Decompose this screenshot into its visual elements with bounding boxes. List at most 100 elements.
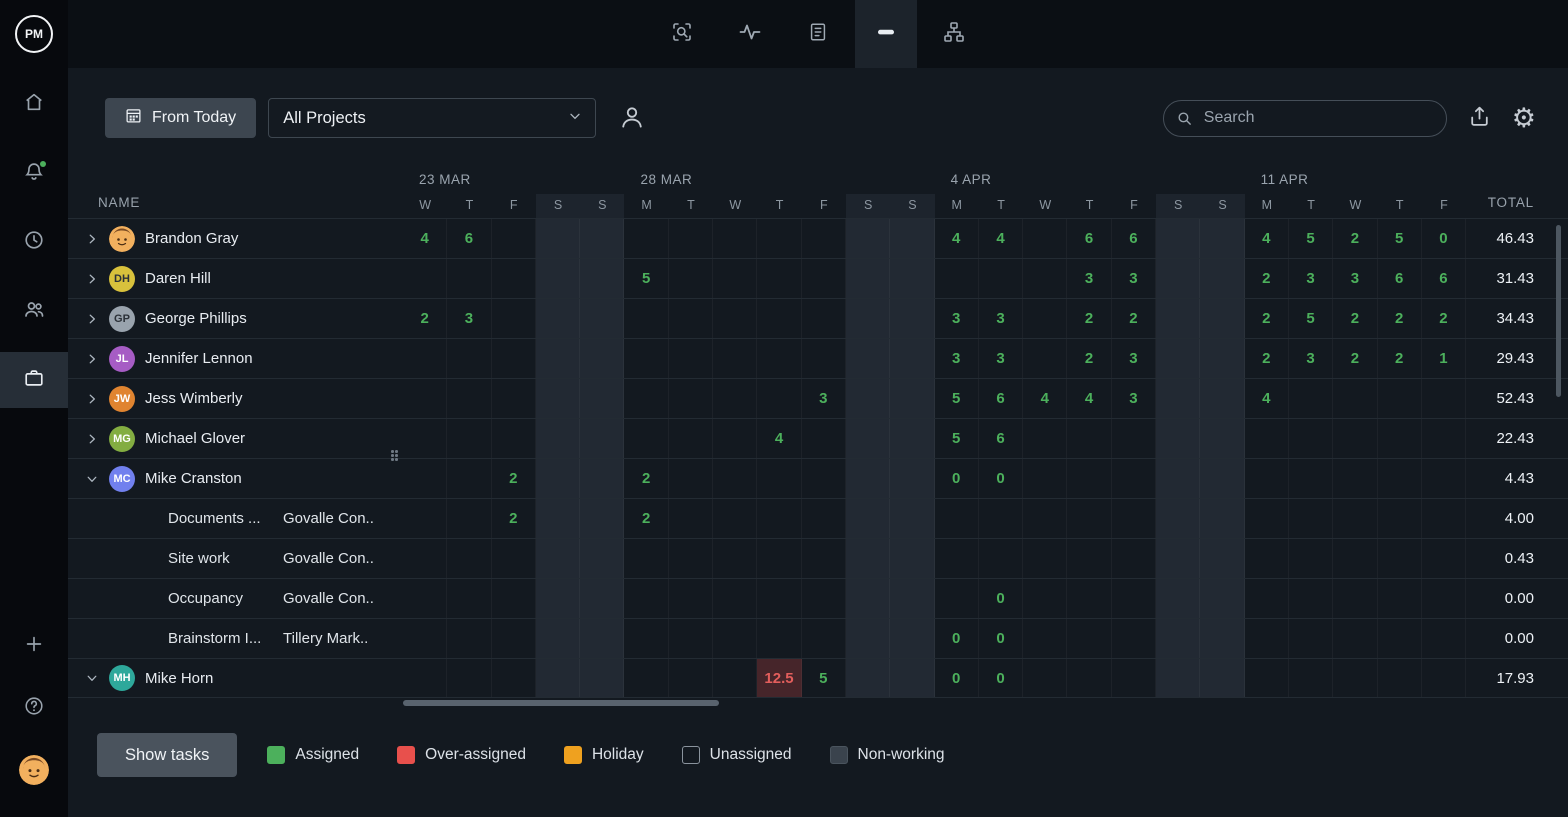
day-cell[interactable] xyxy=(624,339,668,378)
day-cell[interactable]: 3 xyxy=(1067,259,1111,298)
day-cell[interactable]: 3 xyxy=(1289,339,1333,378)
day-cell[interactable] xyxy=(1289,419,1333,458)
day-cell[interactable]: 3 xyxy=(935,339,979,378)
day-cell[interactable] xyxy=(580,459,624,498)
day-cell[interactable] xyxy=(757,539,801,578)
day-cell[interactable] xyxy=(1289,619,1333,658)
day-cell[interactable] xyxy=(757,499,801,538)
day-cell[interactable] xyxy=(1156,619,1200,658)
sidebar-item-profile[interactable] xyxy=(0,745,68,795)
day-cell[interactable] xyxy=(669,219,713,258)
day-cell[interactable] xyxy=(1067,499,1111,538)
day-cell[interactable] xyxy=(580,659,624,697)
day-cell[interactable]: 6 xyxy=(1422,259,1466,298)
day-cell[interactable] xyxy=(1200,659,1244,697)
day-cell[interactable] xyxy=(403,499,447,538)
day-cell[interactable] xyxy=(1422,419,1466,458)
search-input[interactable] xyxy=(1163,100,1447,137)
day-cell[interactable] xyxy=(890,219,934,258)
day-cell[interactable] xyxy=(447,659,491,697)
day-cell[interactable] xyxy=(580,339,624,378)
day-cell[interactable] xyxy=(403,579,447,618)
day-cell[interactable]: 2 xyxy=(1245,299,1289,338)
day-cell[interactable]: 5 xyxy=(1378,219,1422,258)
tab-zoom-find[interactable] xyxy=(651,0,713,68)
day-cell[interactable]: 2 xyxy=(1333,299,1377,338)
day-cell[interactable] xyxy=(1156,459,1200,498)
day-cell[interactable]: 5 xyxy=(802,659,846,697)
day-cell[interactable] xyxy=(1200,499,1244,538)
day-cell[interactable] xyxy=(403,379,447,418)
day-cell[interactable] xyxy=(1245,419,1289,458)
day-cell[interactable] xyxy=(1200,579,1244,618)
day-cell[interactable] xyxy=(802,419,846,458)
day-cell[interactable] xyxy=(890,579,934,618)
day-cell[interactable] xyxy=(1200,619,1244,658)
day-cell[interactable]: 5 xyxy=(1289,299,1333,338)
day-cell[interactable] xyxy=(624,659,668,697)
day-cell[interactable] xyxy=(1378,619,1422,658)
day-cell[interactable] xyxy=(890,259,934,298)
chevron-right-icon[interactable] xyxy=(84,432,100,446)
day-cell[interactable] xyxy=(757,339,801,378)
day-cell[interactable] xyxy=(1156,419,1200,458)
day-cell[interactable]: 6 xyxy=(979,379,1023,418)
day-cell[interactable]: 2 xyxy=(1422,299,1466,338)
tab-notes[interactable] xyxy=(787,0,849,68)
day-cell[interactable] xyxy=(536,579,580,618)
sidebar-item-team[interactable] xyxy=(0,283,68,339)
day-cell[interactable] xyxy=(890,539,934,578)
day-cell[interactable] xyxy=(802,499,846,538)
day-cell[interactable] xyxy=(757,219,801,258)
day-cell[interactable] xyxy=(1245,579,1289,618)
column-resize-handle[interactable] xyxy=(391,450,399,462)
day-cell[interactable] xyxy=(1245,659,1289,697)
day-cell[interactable] xyxy=(1333,659,1377,697)
day-cell[interactable] xyxy=(979,259,1023,298)
day-cell[interactable] xyxy=(979,499,1023,538)
day-cell[interactable] xyxy=(1289,459,1333,498)
day-cell[interactable] xyxy=(1333,379,1377,418)
day-cell[interactable] xyxy=(1245,459,1289,498)
day-cell[interactable]: 2 xyxy=(403,299,447,338)
day-cell[interactable] xyxy=(669,259,713,298)
day-cell[interactable] xyxy=(1200,259,1244,298)
day-cell[interactable] xyxy=(1200,379,1244,418)
day-cell[interactable] xyxy=(713,579,757,618)
day-cell[interactable] xyxy=(846,219,890,258)
day-cell[interactable] xyxy=(979,539,1023,578)
day-cell[interactable] xyxy=(890,379,934,418)
day-cell[interactable] xyxy=(492,379,536,418)
assignee-filter-button[interactable] xyxy=(618,103,646,134)
day-cell[interactable] xyxy=(757,259,801,298)
day-cell[interactable] xyxy=(669,379,713,418)
day-cell[interactable] xyxy=(1156,499,1200,538)
day-cell[interactable] xyxy=(1245,619,1289,658)
day-cell[interactable] xyxy=(624,539,668,578)
person-name-cell[interactable]: GPGeorge Phillips xyxy=(68,299,403,338)
day-cell[interactable] xyxy=(1245,539,1289,578)
day-cell[interactable] xyxy=(1200,219,1244,258)
day-cell[interactable] xyxy=(935,259,979,298)
day-cell[interactable] xyxy=(669,499,713,538)
day-cell[interactable] xyxy=(1289,539,1333,578)
day-cell[interactable] xyxy=(1333,619,1377,658)
day-cell[interactable] xyxy=(447,539,491,578)
day-cell[interactable] xyxy=(1112,459,1156,498)
day-cell[interactable]: 3 xyxy=(802,379,846,418)
day-cell[interactable] xyxy=(1156,539,1200,578)
day-cell[interactable] xyxy=(1378,539,1422,578)
day-cell[interactable] xyxy=(580,499,624,538)
from-today-button[interactable]: From Today xyxy=(105,98,256,138)
day-cell[interactable] xyxy=(713,379,757,418)
day-cell[interactable] xyxy=(447,259,491,298)
day-cell[interactable] xyxy=(1289,659,1333,697)
day-cell[interactable] xyxy=(403,459,447,498)
day-cell[interactable] xyxy=(1422,379,1466,418)
horizontal-scrollbar[interactable] xyxy=(403,698,1466,708)
day-cell[interactable] xyxy=(536,219,580,258)
day-cell[interactable] xyxy=(890,419,934,458)
day-cell[interactable]: 2 xyxy=(1067,299,1111,338)
day-cell[interactable] xyxy=(1378,419,1422,458)
day-cell[interactable] xyxy=(713,299,757,338)
